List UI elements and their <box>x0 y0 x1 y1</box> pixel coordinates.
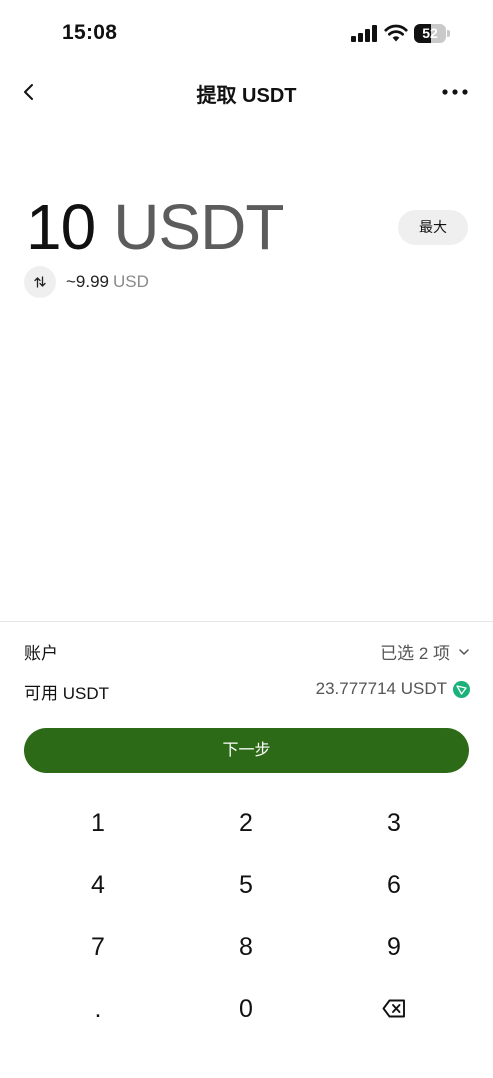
key-9[interactable]: 9 <box>320 916 468 978</box>
amount-unit: USDT <box>113 191 284 263</box>
ellipsis-icon <box>442 89 468 95</box>
key-4[interactable]: 4 <box>24 854 172 916</box>
status-time: 15:08 <box>62 21 118 44</box>
more-options-button[interactable] <box>438 78 472 106</box>
tron-icon <box>453 680 470 698</box>
amount-value: 10 <box>26 191 96 263</box>
available-balance-row: 可用 USDT 23.777714 USDT <box>24 679 470 703</box>
wifi-icon <box>384 24 408 42</box>
key-6[interactable]: 6 <box>320 854 468 916</box>
next-step-button[interactable]: 下一步 <box>24 728 469 773</box>
converted-value: ~9.99 <box>66 272 110 291</box>
max-button[interactable]: 最大 <box>398 210 468 245</box>
available-label: 可用 USDT <box>24 684 109 703</box>
account-label: 账户 <box>24 644 58 663</box>
key-decimal[interactable]: . <box>24 978 172 1040</box>
key-2[interactable]: 2 <box>172 792 320 854</box>
header: 提取 USDT <box>0 66 493 118</box>
page-title: 提取 USDT <box>196 85 297 107</box>
key-1[interactable]: 1 <box>24 792 172 854</box>
withdraw-usdt-screen: 15:08 52 提取 USDT 10 USDT 最大 ~9.99 USD 账户… <box>0 0 493 1078</box>
swap-arrows-icon <box>34 276 46 288</box>
key-5[interactable]: 5 <box>172 854 320 916</box>
amount-display: 10 USDT <box>26 188 284 266</box>
account-selection-value: 已选 2 项 <box>380 644 450 663</box>
backspace-icon <box>382 999 405 1018</box>
cellular-signal-icon <box>351 25 377 42</box>
battery-level-text: 52 <box>422 25 438 41</box>
battery-icon: 52 <box>414 24 450 43</box>
key-8[interactable]: 8 <box>172 916 320 978</box>
key-backspace[interactable] <box>320 978 468 1040</box>
key-7[interactable]: 7 <box>24 916 172 978</box>
converted-amount: ~9.99 USD <box>66 272 149 292</box>
chevron-down-icon <box>459 648 469 655</box>
divider <box>0 621 493 622</box>
status-bar: 15:08 52 <box>0 0 493 66</box>
key-3[interactable]: 3 <box>320 792 468 854</box>
swap-currency-button[interactable] <box>24 266 56 298</box>
available-balance-value: 23.777714 USDT <box>315 679 447 698</box>
account-row[interactable]: 账户 已选 2 项 <box>24 639 470 663</box>
converted-unit: USD <box>113 272 149 291</box>
key-0[interactable]: 0 <box>172 978 320 1040</box>
